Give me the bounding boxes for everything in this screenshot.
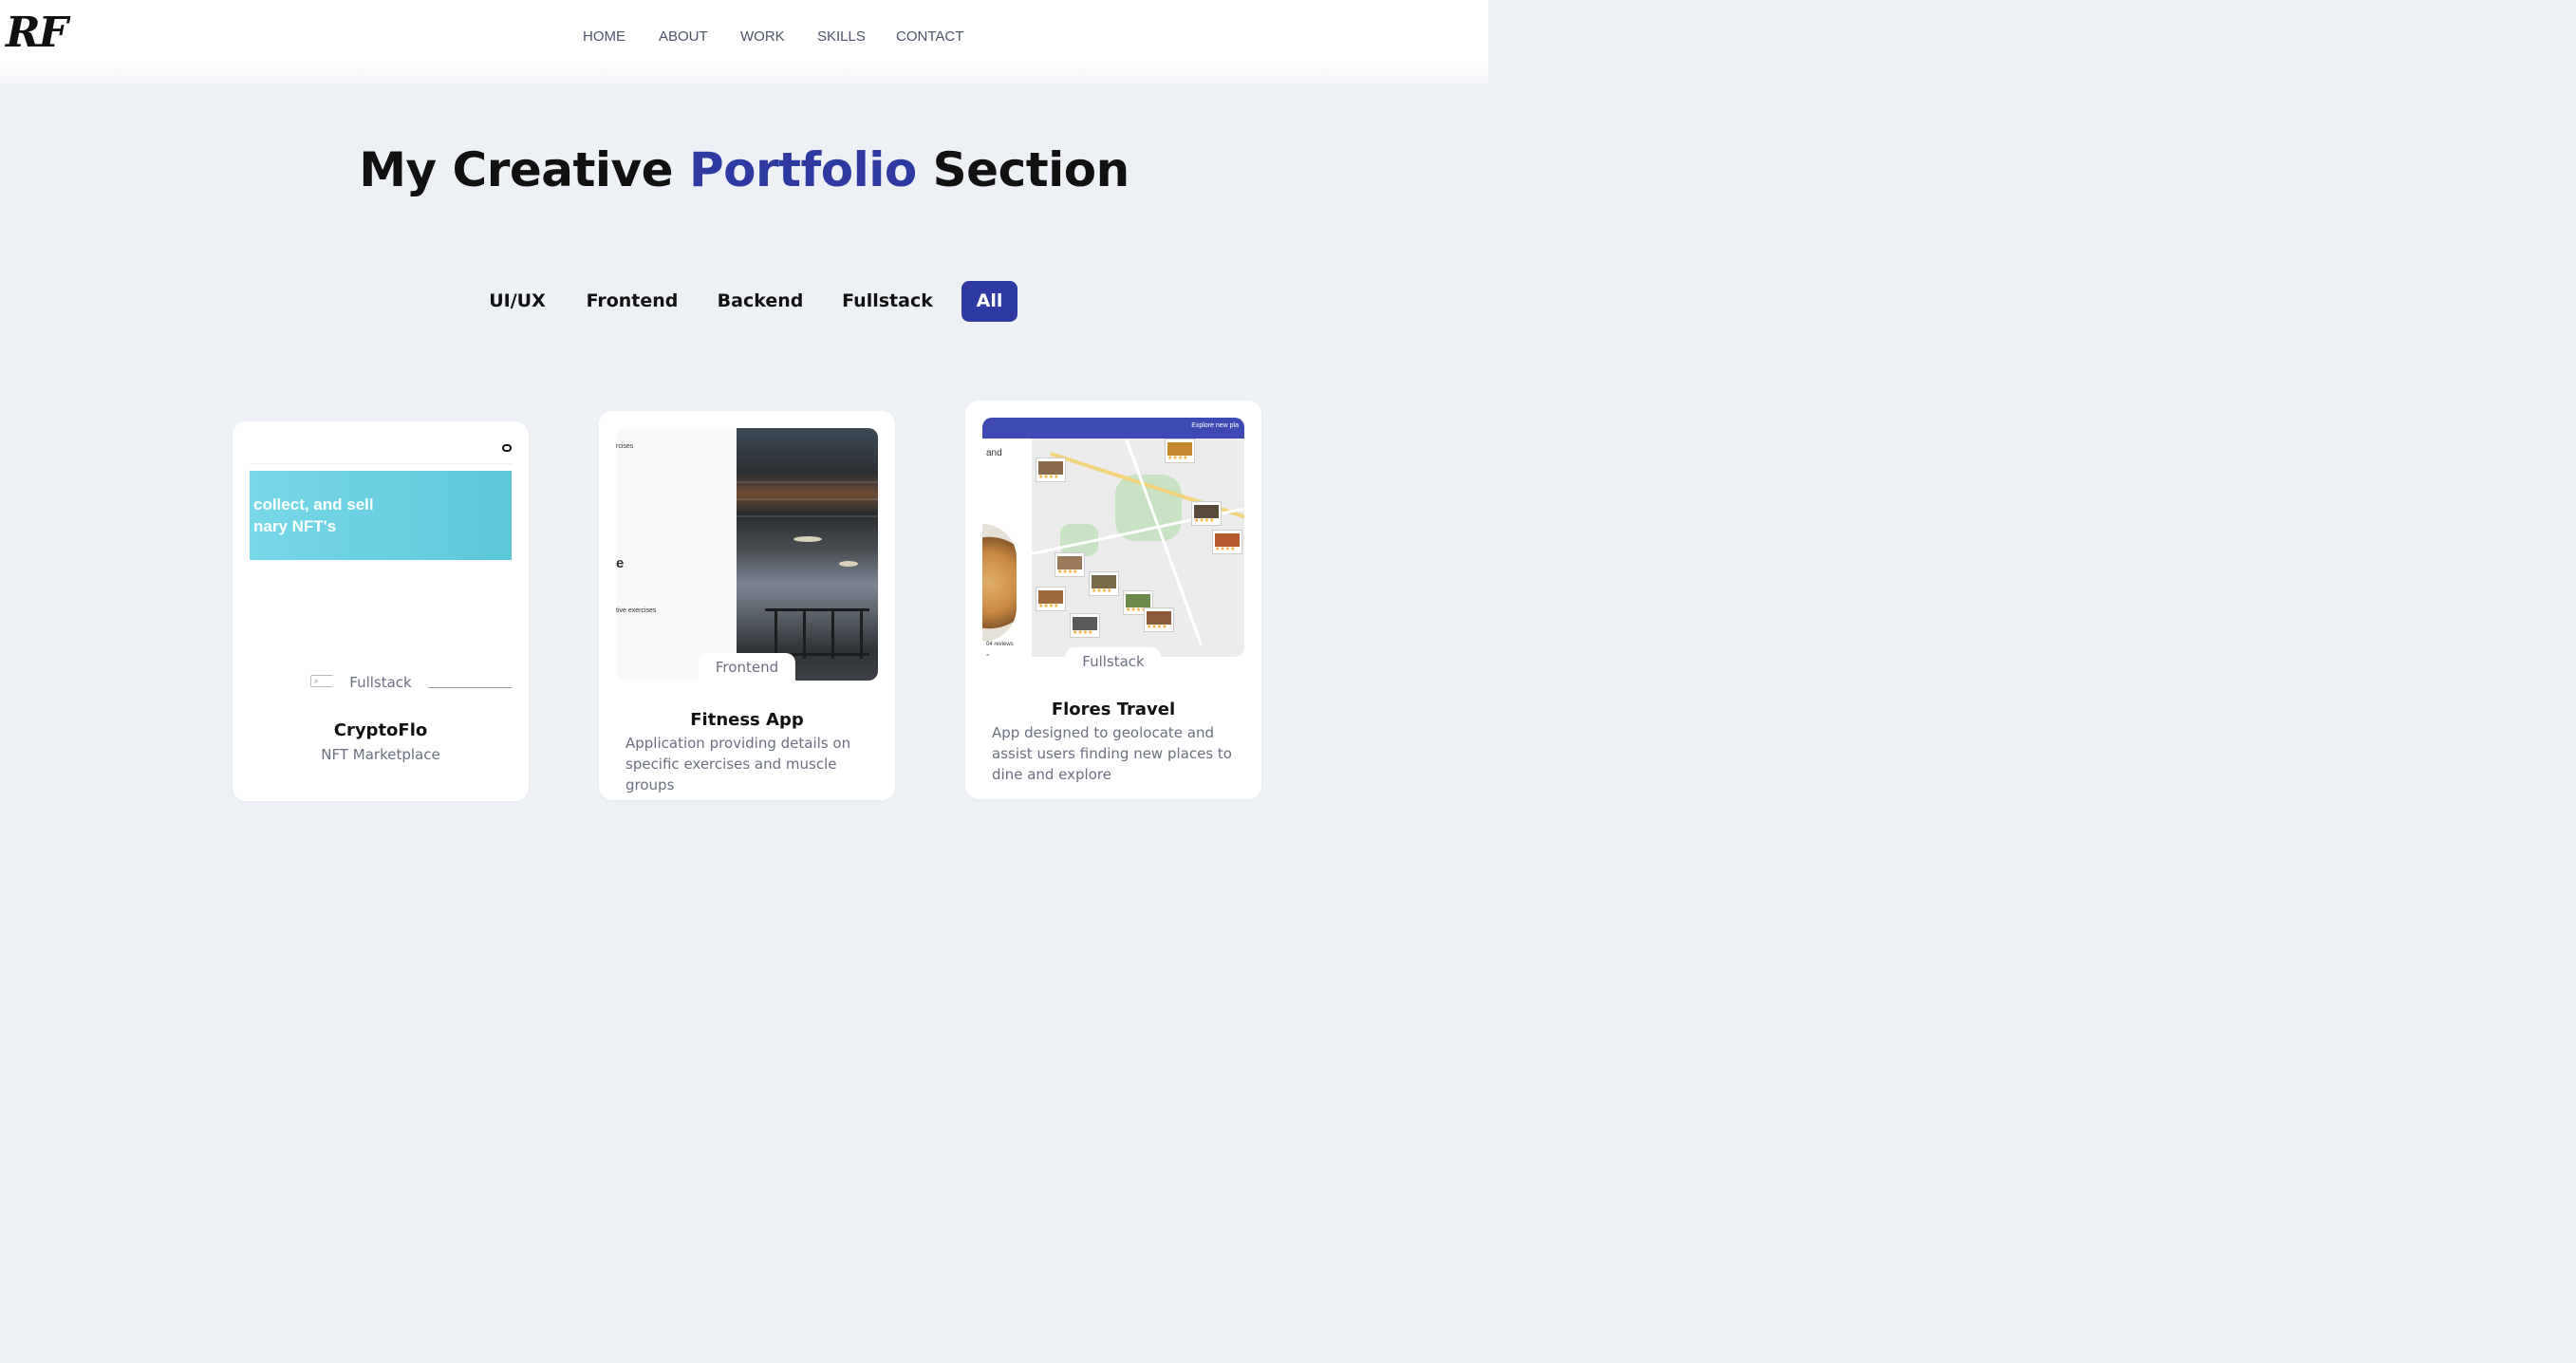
map-pin[interactable]: ★★★★	[1165, 439, 1195, 463]
project-card-flores-travel[interactable]: Explore new pla and 04 reviews $ ★★★★ ★★…	[965, 401, 1261, 799]
rack-post	[803, 611, 806, 659]
nav-about[interactable]: ABOUT	[659, 27, 708, 47]
rack-post	[831, 611, 834, 659]
ceiling-beam	[737, 481, 878, 483]
toggle-icon	[502, 444, 512, 452]
project-title: Flores Travel	[1051, 700, 1176, 719]
project-thumbnail: collect, and sell nary NFT's ⌕	[250, 421, 512, 697]
title-part-1: My Creative	[359, 142, 689, 197]
page-title: My Creative Portfolio Section	[0, 139, 1488, 201]
project-card-fitness[interactable]: rcises e tive exercises Frontend Fitness…	[599, 411, 895, 800]
filter-backend[interactable]: Backend	[716, 281, 805, 322]
map-view: ★★★★ ★★★★ ★★★★ ★★★★ ★★★★ ★★★★ ★★★★ ★★★★ …	[1031, 439, 1244, 657]
map-pin[interactable]: ★★★★	[1212, 530, 1242, 554]
project-thumbnail: rcises e tive exercises	[616, 428, 878, 681]
rack-post	[860, 611, 863, 659]
lamp	[839, 561, 858, 567]
nav-home[interactable]: HOME	[583, 27, 625, 47]
thumb-text: and	[986, 448, 1002, 458]
project-tag: Fullstack	[1065, 647, 1162, 676]
nav-links: HOME ABOUT WORK SKILLS CONTACT	[0, 27, 1488, 49]
project-thumbnail: Explore new pla and 04 reviews $ ★★★★ ★★…	[982, 418, 1244, 657]
project-tag: Fullstack	[332, 668, 429, 697]
project-description: App designed to geolocate and assist use…	[992, 724, 1232, 783]
lamp	[793, 536, 822, 542]
thumb-text: 04 reviews	[986, 642, 1014, 647]
ceiling-beam	[737, 515, 878, 517]
filter-fullstack[interactable]: Fullstack	[841, 281, 934, 322]
thumb-panel: rcises e tive exercises	[616, 428, 737, 681]
map-pin[interactable]: ★★★★	[1036, 457, 1066, 482]
navbar: RF HOME ABOUT WORK SKILLS CONTACT	[0, 0, 1488, 84]
pizza-photo	[982, 524, 1017, 642]
map-pin[interactable]: ★★★★	[1191, 501, 1222, 526]
search-icon: ⌕	[310, 675, 335, 687]
filter-uiux[interactable]: UI/UX	[484, 281, 551, 322]
map-pin[interactable]: ★★★★	[1070, 613, 1100, 638]
thumb-sidebar: and 04 reviews $	[982, 439, 1032, 657]
ceiling-beam	[737, 498, 878, 500]
thumb-text: rcises	[616, 443, 634, 450]
nav-work[interactable]: WORK	[740, 27, 785, 47]
thumb-text: $	[986, 655, 989, 657]
rack-post	[775, 611, 777, 659]
thumb-text: collect, and sell	[253, 495, 374, 513]
nav-contact[interactable]: CONTACT	[896, 27, 963, 47]
map-pin[interactable]: ★★★★	[1055, 552, 1085, 577]
gym-photo	[737, 428, 878, 681]
map-pin[interactable]: ★★★★	[1089, 571, 1119, 596]
thumb-text: nary NFT's	[253, 517, 337, 535]
thumb-text: Explore new pla	[1191, 422, 1239, 429]
map-pin[interactable]: ★★★★	[1036, 587, 1066, 611]
project-card-cryptoflo[interactable]: collect, and sell nary NFT's ⌕ Fullstack…	[233, 421, 529, 801]
divider	[250, 463, 512, 464]
project-title: Fitness App	[690, 710, 804, 730]
thumb-banner: collect, and sell nary NFT's	[250, 471, 512, 560]
filter-frontend[interactable]: Frontend	[585, 281, 680, 322]
gym-rack	[765, 608, 869, 659]
project-tag: Frontend	[698, 653, 796, 682]
title-accent: Portfolio	[688, 142, 917, 197]
thumb-text: tive exercises	[616, 607, 657, 614]
map-pin[interactable]: ★★★★	[1144, 607, 1174, 632]
project-title: CryptoFlo	[333, 720, 428, 740]
nav-skills[interactable]: SKILLS	[817, 27, 866, 47]
filter-all[interactable]: All	[961, 281, 1017, 322]
thumb-header: Explore new pla	[982, 418, 1244, 439]
thumb-text: e	[616, 555, 625, 571]
project-description: Application providing details on specifi…	[625, 735, 851, 794]
project-description: NFT Marketplace	[321, 746, 440, 763]
title-part-2: Section	[916, 142, 1130, 197]
divider	[426, 687, 512, 688]
